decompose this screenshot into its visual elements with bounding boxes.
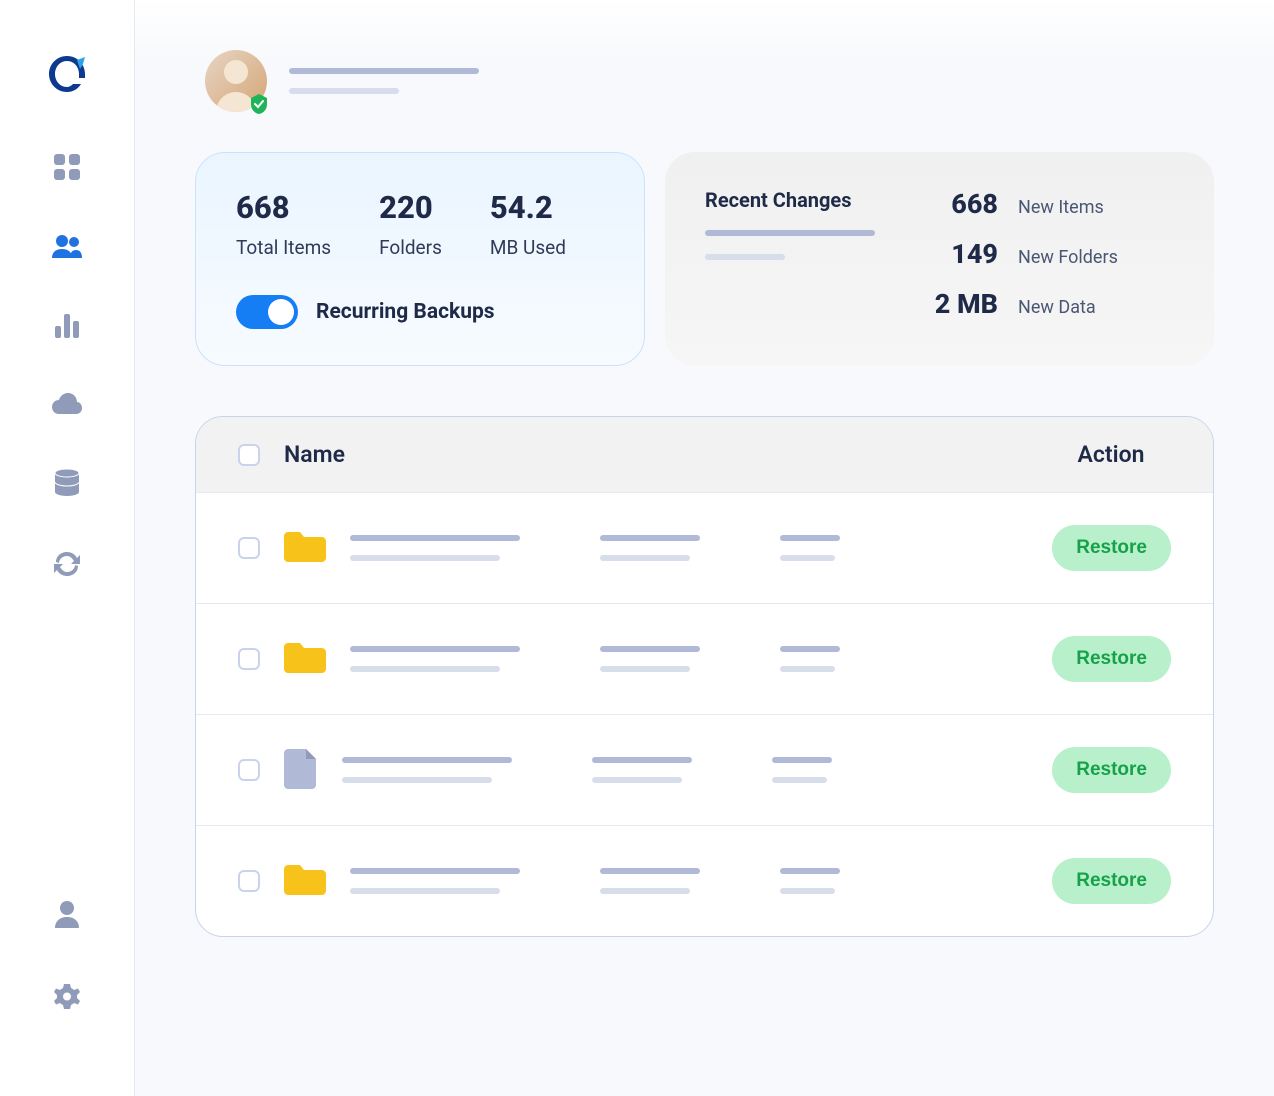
recurring-backups-label: Recurring Backups — [316, 300, 495, 324]
total-items-label: Total Items — [236, 236, 331, 259]
profile-header — [205, 50, 1214, 112]
recurring-backups-toggle[interactable] — [236, 295, 298, 329]
placeholder-line — [705, 230, 875, 236]
nav-settings-icon[interactable] — [52, 982, 82, 1016]
nav-analytics-icon[interactable] — [53, 312, 81, 344]
row-checkbox[interactable] — [238, 870, 260, 892]
placeholder-line — [780, 555, 835, 561]
placeholder-line — [350, 646, 520, 652]
placeholder-line — [350, 888, 500, 894]
nav-dashboard-icon[interactable] — [52, 152, 82, 186]
placeholder-line — [772, 777, 827, 783]
folder-icon — [284, 528, 326, 568]
new-folders-label: New Folders — [1018, 247, 1118, 268]
placeholder-line — [600, 535, 700, 541]
placeholder-line — [600, 868, 700, 874]
nav-cloud-icon[interactable] — [50, 392, 84, 420]
files-table: Name Action Restore — [195, 416, 1214, 937]
column-action: Action — [1051, 441, 1171, 468]
recent-changes-title: Recent Changes — [705, 188, 890, 212]
placeholder-line — [780, 646, 840, 652]
row-checkbox[interactable] — [238, 537, 260, 559]
nav-profile-icon[interactable] — [54, 900, 80, 934]
placeholder-line — [600, 555, 690, 561]
new-folders-value: 149 — [920, 238, 998, 270]
folders-value: 220 — [379, 189, 442, 226]
placeholder-line — [592, 757, 692, 763]
nav-users-icon[interactable] — [50, 234, 84, 264]
verified-badge-icon — [247, 92, 271, 116]
table-row: Restore — [196, 492, 1213, 603]
restore-button[interactable]: Restore — [1052, 636, 1171, 682]
restore-button[interactable]: Restore — [1052, 858, 1171, 904]
placeholder-line — [780, 888, 835, 894]
stats-card: 668 Total Items 220 Folders 54.2 MB Used… — [195, 152, 645, 366]
new-items-value: 668 — [920, 188, 998, 220]
placeholder-line — [600, 888, 690, 894]
recent-changes-card: Recent Changes 668 New Items 149 New Fol… — [665, 152, 1214, 366]
column-name: Name — [284, 441, 1027, 468]
placeholder-line — [350, 535, 520, 541]
logo — [43, 50, 91, 102]
select-all-checkbox[interactable] — [238, 444, 260, 466]
placeholder-line — [780, 666, 835, 672]
placeholder-line — [780, 868, 840, 874]
storage-label: MB Used — [490, 236, 566, 259]
placeholder-line — [289, 88, 399, 94]
nav-database-icon[interactable] — [53, 468, 81, 502]
placeholder-line — [342, 777, 492, 783]
placeholder-line — [780, 535, 840, 541]
new-data-value: 2 MB — [920, 288, 998, 320]
new-data-label: New Data — [1018, 297, 1096, 318]
folders-label: Folders — [379, 236, 442, 259]
folder-icon — [284, 861, 326, 901]
table-row: Restore — [196, 714, 1213, 825]
placeholder-line — [772, 757, 832, 763]
table-header: Name Action — [196, 417, 1213, 492]
placeholder-line — [592, 777, 682, 783]
placeholder-line — [350, 666, 500, 672]
placeholder-line — [600, 666, 690, 672]
placeholder-line — [342, 757, 512, 763]
new-items-label: New Items — [1018, 197, 1104, 218]
file-icon — [284, 747, 318, 793]
nav-sync-icon[interactable] — [52, 550, 82, 582]
placeholder-line — [289, 68, 479, 74]
sidebar — [0, 0, 135, 1096]
total-items-value: 668 — [236, 189, 331, 226]
placeholder-line — [705, 254, 785, 260]
main-content: 668 Total Items 220 Folders 54.2 MB Used… — [135, 0, 1274, 1096]
row-checkbox[interactable] — [238, 759, 260, 781]
placeholder-line — [350, 868, 520, 874]
placeholder-line — [600, 646, 700, 652]
restore-button[interactable]: Restore — [1052, 525, 1171, 571]
table-row: Restore — [196, 603, 1213, 714]
placeholder-line — [350, 555, 500, 561]
table-row: Restore — [196, 825, 1213, 936]
restore-button[interactable]: Restore — [1052, 747, 1171, 793]
folder-icon — [284, 639, 326, 679]
storage-value: 54.2 — [490, 189, 566, 226]
row-checkbox[interactable] — [238, 648, 260, 670]
